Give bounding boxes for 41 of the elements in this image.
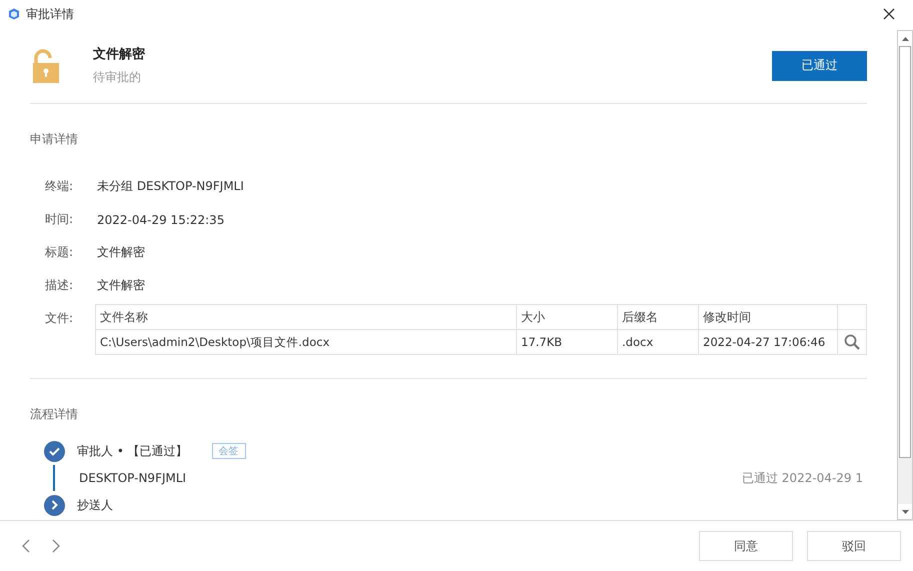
field-value: 文件解密 — [97, 277, 145, 294]
table-cell: C:\Users\admin2\Desktop\项目文件.docx — [96, 330, 516, 354]
approval-result: 已通过 2022-04-29 1 — [742, 470, 864, 486]
unlocked-padlock-icon — [32, 48, 60, 82]
chevron-circle-icon — [44, 494, 65, 516]
approve-button[interactable]: 同意 — [699, 531, 793, 561]
search-icon[interactable] — [844, 334, 860, 350]
field-label: 文件: — [45, 310, 74, 327]
step-title: 抄送人 — [77, 496, 113, 514]
field-label: 时间: — [45, 211, 74, 228]
request-title: 文件解密 — [93, 46, 146, 63]
reject-button[interactable]: 驳回 — [807, 531, 901, 561]
field-label: 终端: — [45, 178, 74, 195]
approver-name: DESKTOP-N9FJMLI — [79, 471, 188, 485]
column-header: 文件名称 — [96, 304, 516, 330]
chevron-left-icon[interactable] — [22, 539, 30, 553]
cube-icon — [8, 8, 20, 20]
table-cell: 17.7KB — [516, 330, 618, 354]
field-label: 标题: — [45, 244, 74, 261]
close-icon[interactable] — [883, 8, 895, 20]
table-cell: .docx — [618, 330, 698, 354]
status-button[interactable]: 已通过 — [772, 50, 867, 80]
window-title: 审批详情 — [26, 6, 75, 22]
column-header: 后缀名 — [618, 304, 698, 330]
section-heading: 申请详情 — [30, 131, 79, 148]
scrollbar-thumb[interactable] — [899, 46, 911, 458]
chevron-right-icon[interactable] — [52, 539, 60, 553]
column-header: 修改时间 — [698, 304, 838, 330]
field-value: 2022-04-29 15:22:35 — [97, 212, 224, 226]
scroll-down-icon[interactable] — [902, 510, 908, 514]
column-header: 大小 — [516, 304, 618, 330]
step-tag: 会签 — [212, 443, 246, 459]
step-title: 审批人 • 【已通过】 — [77, 442, 188, 460]
scroll-up-icon[interactable] — [902, 36, 908, 40]
field-value: 文件解密 — [97, 244, 145, 261]
table-cell: 2022-04-27 17:06:46 — [698, 330, 838, 354]
field-label: 描述: — [45, 277, 74, 294]
section-heading: 流程详情 — [30, 406, 79, 423]
check-circle-icon — [44, 440, 65, 462]
request-status: 待审批的 — [93, 69, 142, 86]
field-value: 未分组 DESKTOP-N9FJMLI — [97, 178, 244, 195]
